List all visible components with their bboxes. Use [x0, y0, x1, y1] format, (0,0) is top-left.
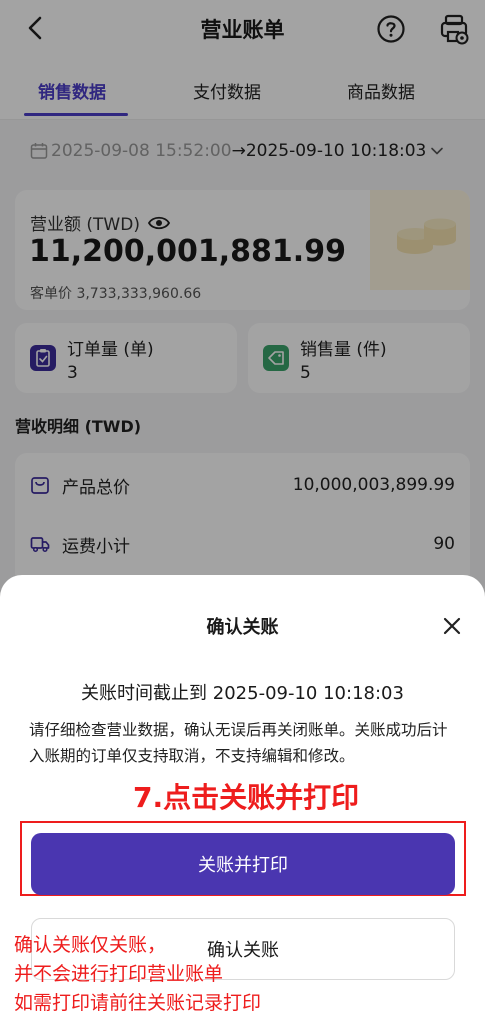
annotation-note-line: 如需打印请前往关账记录打印: [14, 992, 262, 1014]
annotation-note: 确认关账仅关账， 并不会进行打印营业账单 如需打印请前往关账记录打印: [14, 931, 261, 1018]
close-and-print-button[interactable]: 关账并打印: [31, 833, 455, 895]
cutoff-time-text: 关账时间截止到 2025-09-10 10:18:03: [81, 683, 404, 704]
close-icon[interactable]: [441, 615, 463, 637]
annotation-note-line: 确认关账仅关账，: [14, 934, 167, 956]
sheet-title: 确认关账: [206, 617, 279, 638]
notice-text: 请仔细检查营业数据，确认无误后再关闭账单。关账成功后计入账期的订单仅支持取消，不…: [29, 721, 448, 765]
annotation-note-line: 并不会进行打印营业账单: [14, 963, 224, 985]
confirm-close-sheet: 确认关账 关账时间截止到 2025-09-10 10:18:03 请仔细检查营业…: [0, 575, 485, 1024]
annotation-step: 7.点击关账并打印: [133, 781, 360, 814]
